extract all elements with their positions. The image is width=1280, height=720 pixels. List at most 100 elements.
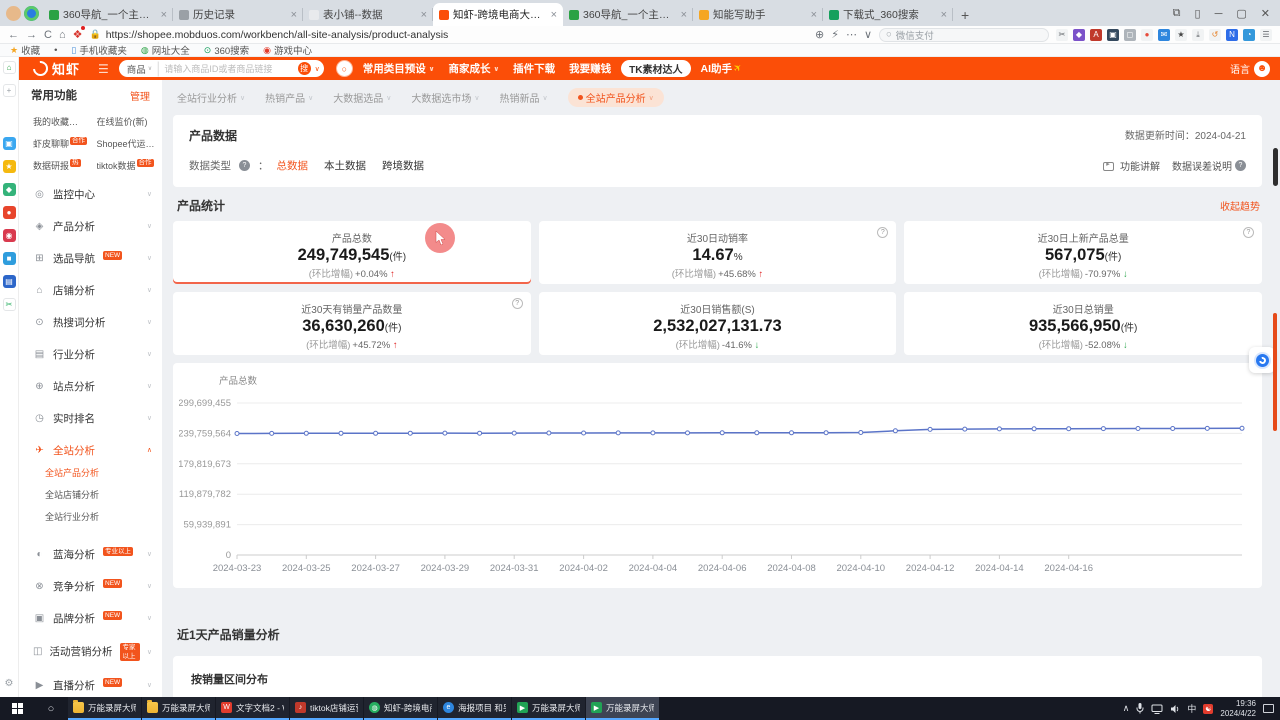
- bookmark-item[interactable]: ▯手机收藏夹: [71, 43, 126, 57]
- star-gadget-icon[interactable]: ★: [3, 160, 16, 173]
- zhixia-logo[interactable]: 知虾: [33, 59, 80, 78]
- sidebar-item-行业分析[interactable]: ▤行业分析∨: [31, 338, 162, 370]
- tk-material-button[interactable]: TK素材达人: [621, 60, 690, 77]
- error-help-icon[interactable]: ?: [1235, 160, 1246, 171]
- sidebar-item-竞争分析[interactable]: ⊗竞争分析NEW∨: [31, 570, 162, 602]
- scissors-ext-icon[interactable]: ✂: [1056, 29, 1068, 41]
- microphone-icon[interactable]: [1136, 703, 1144, 714]
- tab-close-icon[interactable]: ×: [811, 9, 817, 21]
- browser-profile-avatar[interactable]: [6, 6, 21, 21]
- reload-icon[interactable]: C: [44, 29, 52, 41]
- back-icon[interactable]: ←: [8, 29, 19, 41]
- data-type-tab-总数据[interactable]: 总数据: [277, 158, 309, 173]
- browser-tab[interactable]: 历史记录×: [173, 3, 303, 26]
- stat-card[interactable]: 近30日总销量935,566,950(件)(环比增幅)-52.08% ↓: [904, 292, 1262, 355]
- sidebar-item-全站分析[interactable]: ✈全站分析∧: [31, 434, 162, 466]
- network-display-icon[interactable]: [1151, 704, 1163, 714]
- sidebar-item-选品导航[interactable]: ⊞选品导航NEW∨: [31, 242, 162, 274]
- tab-layout-icon[interactable]: ⧉: [1173, 7, 1181, 20]
- ai-assistant-button[interactable]: AI助手✈: [701, 61, 743, 76]
- speaker-icon[interactable]: [1170, 704, 1180, 714]
- start-button[interactable]: [0, 697, 34, 720]
- flash-icon[interactable]: ⚡: [831, 28, 839, 41]
- tray-expand-icon[interactable]: ∧: [1123, 703, 1130, 714]
- chat-gadget-icon[interactable]: ◉: [3, 229, 16, 242]
- taskbar-item-文字文档2 - WPS …[interactable]: W文字文档2 - WPS …: [216, 697, 289, 720]
- sidebar-item-活动营销分析[interactable]: ◫活动营销分析专家以上∨: [31, 634, 162, 669]
- quick-search-box[interactable]: ○ 微信支付: [879, 28, 1049, 42]
- gray-ext-icon[interactable]: ◻: [1124, 29, 1136, 41]
- chevron-down-icon[interactable]: ∨: [864, 28, 872, 41]
- product-search-bar[interactable]: 商品∨ | 请输入商品ID或者商品链接 搜 ∨: [119, 60, 324, 77]
- red-ext-icon[interactable]: A: [1090, 29, 1102, 41]
- favorites-manager-icon[interactable]: ❖: [73, 28, 83, 41]
- browser-tab[interactable]: 知虾-跨境电商大数据分析平台×: [433, 3, 563, 26]
- orange-circle-ext-icon[interactable]: ●: [1141, 29, 1153, 41]
- browser-360-icon[interactable]: [24, 6, 39, 21]
- star-ext-icon[interactable]: ★: [1175, 29, 1187, 41]
- avatar[interactable]: ☻: [1254, 61, 1270, 77]
- sidebar-item-监控中心[interactable]: ◎监控中心∨: [31, 178, 162, 210]
- breadcrumb-tab-热销新品[interactable]: 热销新品∨: [500, 90, 548, 105]
- phone-sync-icon[interactable]: ▯: [1195, 7, 1201, 20]
- browser-tab[interactable]: 知能写助手×: [693, 3, 823, 26]
- breadcrumb-tab-全站行业分析[interactable]: 全站行业分析∨: [177, 90, 245, 105]
- quick-link[interactable]: 在线监价(新): [97, 115, 159, 128]
- search-mode-caret[interactable]: ∨: [315, 65, 320, 73]
- bookmark-item[interactable]: ◍网址大全: [141, 43, 190, 57]
- gear-icon[interactable]: ⚙: [5, 678, 14, 689]
- taskbar-search-button[interactable]: ○: [34, 697, 68, 720]
- purple-ext-icon[interactable]: ◆: [1073, 29, 1085, 41]
- scrollbar-thumb[interactable]: [1273, 148, 1278, 186]
- globe-ext-icon[interactable]: ◔: [1243, 29, 1255, 41]
- sidebar-subitem-全站店铺分析[interactable]: 全站店铺分析: [45, 488, 107, 501]
- n-ext-icon[interactable]: N: [1226, 29, 1238, 41]
- tab-close-icon[interactable]: ×: [681, 9, 687, 21]
- home-icon[interactable]: ⌂: [59, 29, 66, 41]
- search-category-select[interactable]: 商品∨: [127, 62, 152, 76]
- manage-link[interactable]: 管理: [130, 88, 150, 103]
- account-label[interactable]: 语言: [1230, 61, 1250, 76]
- zoom-search-icon[interactable]: ⊕: [815, 28, 824, 41]
- url-box[interactable]: 🔒 https://shopee.mobduos.com/workbench/a…: [89, 29, 649, 41]
- bookmark-item[interactable]: ★收藏: [10, 43, 40, 57]
- header-menu-我要赚钱[interactable]: 我要赚钱: [569, 61, 611, 76]
- add-gadget-icon[interactable]: +: [3, 84, 16, 97]
- browser-tab[interactable]: 表小铺--数据×: [303, 3, 433, 26]
- sidebar-item-产品分析[interactable]: ◈产品分析∨: [31, 210, 162, 242]
- browser-tab[interactable]: 360导航_一个主页，整个世界×: [563, 3, 693, 26]
- red-gadget-icon[interactable]: ●: [3, 206, 16, 219]
- tab-close-icon[interactable]: ×: [161, 9, 167, 21]
- close-button[interactable]: ✕: [1261, 7, 1270, 20]
- sidebar-item-蓝海分析[interactable]: ◐蓝海分析专业以上∨: [31, 538, 162, 570]
- browser-tab[interactable]: 下载式_360搜索×: [823, 3, 953, 26]
- tab-close-icon[interactable]: ×: [551, 9, 557, 21]
- breadcrumb-tab-全站产品分析[interactable]: 全站产品分析∨: [568, 88, 664, 107]
- feature-guide-link[interactable]: 功能讲解: [1103, 158, 1160, 173]
- bookmark-item[interactable]: ⊙360搜索: [204, 43, 249, 57]
- sidebar-item-站点分析[interactable]: ⊕站点分析∨: [31, 370, 162, 402]
- scissors-gadget-icon[interactable]: ✂: [3, 298, 16, 311]
- stat-card[interactable]: 近30日销售额(S)2,532,027,131.73(环比增幅)-41.6% ↓: [539, 292, 897, 355]
- account-area[interactable]: 语言 ☻: [1230, 61, 1270, 77]
- notification-center-icon[interactable]: [1263, 704, 1274, 713]
- dark-ext-icon[interactable]: ▣: [1107, 29, 1119, 41]
- sidebar-item-品牌分析[interactable]: ▣品牌分析NEW∨: [31, 602, 162, 634]
- breadcrumb-tab-大数据选市场[interactable]: 大数据选市场∨: [411, 90, 479, 105]
- trend-line-chart[interactable]: 059,939,891119,879,782179,819,673239,759…: [179, 387, 1252, 585]
- bookmark-item[interactable]: ◉游戏中心: [263, 43, 312, 57]
- maximize-button[interactable]: ▢: [1236, 7, 1246, 20]
- taskbar-item-知虾-跨境电商大数…[interactable]: ◍知虾-跨境电商大数…: [364, 697, 437, 720]
- search-go-button[interactable]: 搜: [298, 62, 311, 75]
- tab-close-icon[interactable]: ×: [291, 9, 297, 21]
- sidebar-subitem-全站行业分析[interactable]: 全站行业分析: [45, 510, 107, 523]
- header-menu-商家成长[interactable]: 商家成长∨: [448, 61, 499, 76]
- menu-icon[interactable]: ☰: [1260, 29, 1272, 41]
- sidebar-subitem-全站产品分析[interactable]: 全站产品分析: [45, 466, 107, 479]
- taskbar-item-万能录屏大师[interactable]: ▶万能录屏大师: [512, 697, 585, 720]
- scrollbar-highlight[interactable]: [1273, 313, 1277, 431]
- blue-ext-icon[interactable]: ✉: [1158, 29, 1170, 41]
- more-tools-icon[interactable]: ⋯: [846, 28, 857, 41]
- green-gadget-icon[interactable]: ◆: [3, 183, 16, 196]
- browser-tab[interactable]: 360导航_一个主页，整个世界×: [43, 3, 173, 26]
